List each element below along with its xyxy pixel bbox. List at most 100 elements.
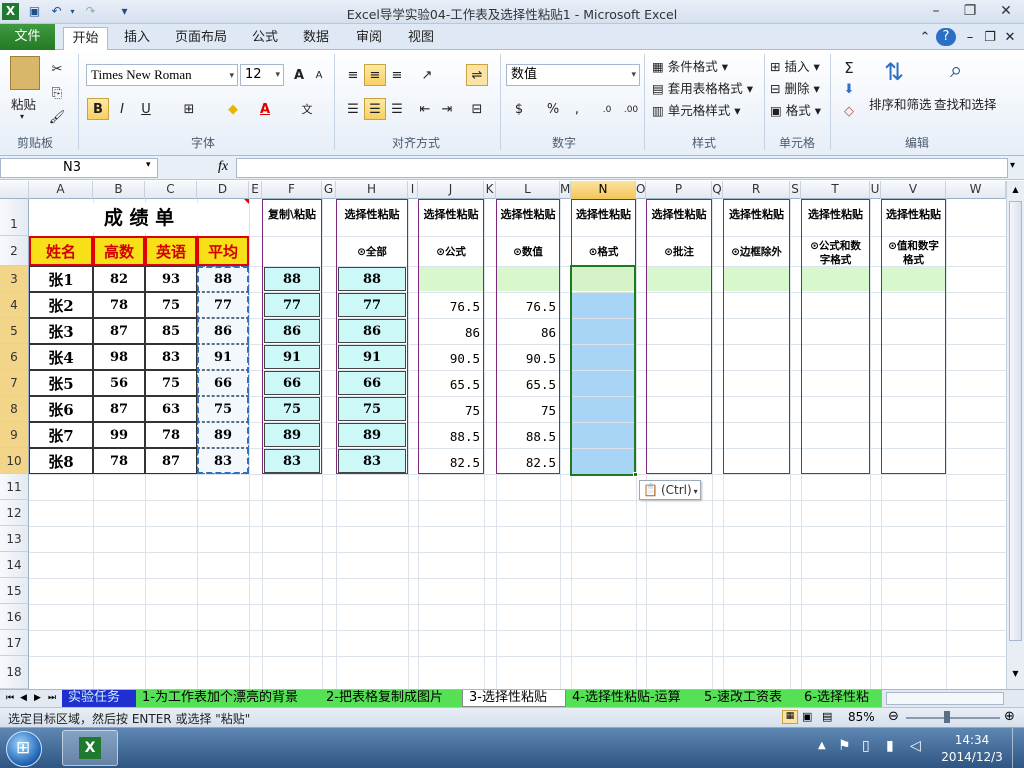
column-header-D[interactable]: D <box>197 181 249 199</box>
sheet-tab-4[interactable]: 4-选择性粘贴-运算 <box>566 690 698 707</box>
cut-icon[interactable]: ✂ <box>46 58 68 80</box>
font-color-icon[interactable]: A <box>254 98 276 120</box>
copy-paste-cell[interactable]: 77 <box>264 293 320 317</box>
gaoshu-cell[interactable]: 87 <box>93 396 145 422</box>
name-cell[interactable]: 张3 <box>29 318 93 344</box>
zoom-slider[interactable] <box>906 717 1000 719</box>
doc-restore-icon[interactable]: ❐ <box>982 27 998 50</box>
sheet-tab-3[interactable]: 3-选择性粘贴 <box>462 690 566 707</box>
autosum-icon[interactable]: Σ <box>838 56 860 78</box>
gaoshu-cell[interactable]: 56 <box>93 370 145 396</box>
format-as-table-button[interactable]: ▤ 套用表格格式 ▾ <box>652 78 753 97</box>
gaoshu-cell[interactable]: 87 <box>93 318 145 344</box>
name-cell[interactable]: 张4 <box>29 344 93 370</box>
scroll-down-icon[interactable]: ▼ <box>1009 669 1022 683</box>
align-top-icon[interactable]: ≡ <box>342 64 364 86</box>
column-header-K[interactable]: K <box>484 181 496 199</box>
yingyu-cell[interactable]: 63 <box>145 396 197 422</box>
border-icon[interactable]: ⊞ <box>178 98 200 120</box>
sheet-tab-1[interactable]: 1-为工作表加个漂亮的背景 <box>136 690 320 707</box>
paste-formula-cell[interactable]: 76.5 <box>418 299 480 314</box>
paste-all-cell[interactable]: 75 <box>338 397 406 421</box>
find-select-icon[interactable]: ⌕ <box>950 58 962 83</box>
orientation-icon[interactable]: ↗ <box>416 64 438 86</box>
yingyu-cell[interactable]: 85 <box>145 318 197 344</box>
fill-icon[interactable]: ⬇ <box>838 78 860 100</box>
tab-file[interactable]: 文件 <box>0 24 55 50</box>
italic-button[interactable]: I <box>111 98 133 120</box>
font-size-combo[interactable]: 12 ▾ <box>240 64 284 86</box>
tab-home[interactable]: 开始 <box>63 27 108 51</box>
paste-all-cell[interactable]: 91 <box>338 345 406 369</box>
row-header-15[interactable]: 15 <box>0 578 28 604</box>
show-desktop-button[interactable] <box>1012 728 1024 768</box>
name-cell[interactable]: 张1 <box>29 266 93 292</box>
copy-paste-cell[interactable]: 66 <box>264 371 320 395</box>
paste-all-cell[interactable]: 88 <box>338 267 406 291</box>
column-header-S[interactable]: S <box>790 181 801 199</box>
action-center-icon[interactable]: ⚑ <box>838 738 851 754</box>
decrease-indent-icon[interactable]: ⇤ <box>414 98 436 120</box>
paste-formula-cell[interactable]: 82.5 <box>418 455 480 470</box>
fill-color-icon[interactable]: ◆ <box>222 98 244 120</box>
clock-date[interactable]: 2014/12/3 <box>936 750 1008 764</box>
volume-icon[interactable]: ◁ <box>910 738 921 754</box>
row-header-12[interactable]: 12 <box>0 500 28 526</box>
row-header-4[interactable]: 4 <box>0 292 28 318</box>
percent-button[interactable]: % <box>542 98 564 120</box>
tab-page-layout[interactable]: 页面布局 <box>168 27 234 50</box>
format-cells-button[interactable]: ▣ 格式 ▾ <box>770 100 821 119</box>
column-header-A[interactable]: A <box>29 181 93 199</box>
sheet-tab-0[interactable]: 实验任务 <box>62 690 136 707</box>
row-header-18[interactable]: 18 <box>0 656 28 689</box>
copy-paste-cell[interactable]: 88 <box>264 267 320 291</box>
row-header-1[interactable]: 1 <box>0 199 28 236</box>
row-header-5[interactable]: 5 <box>0 318 28 344</box>
sheet-tab-6[interactable]: 6-选择性粘 <box>798 690 882 707</box>
select-all-corner[interactable] <box>0 181 29 199</box>
tab-data[interactable]: 数据 <box>295 27 337 50</box>
paste-options-button[interactable]: 📋 (Ctrl) ▾ <box>639 480 701 500</box>
shrink-font-button[interactable]: A <box>308 64 330 86</box>
column-header-Q[interactable]: Q <box>712 181 723 199</box>
column-header-O[interactable]: O <box>636 181 646 199</box>
column-header-I[interactable]: I <box>408 181 418 199</box>
column-header-B[interactable]: B <box>93 181 145 199</box>
row-header-10[interactable]: 10 <box>0 448 28 474</box>
excel-taskbar-button[interactable]: X <box>62 730 118 766</box>
ribbon-collapse-icon[interactable]: ⌃ <box>918 27 932 50</box>
row-header-9[interactable]: 9 <box>0 422 28 448</box>
first-sheet-icon[interactable]: ⏮ <box>4 690 16 707</box>
vertical-scroll-thumb[interactable] <box>1009 201 1022 641</box>
tab-review[interactable]: 审阅 <box>348 27 390 50</box>
zoom-level[interactable]: 85% <box>848 710 875 724</box>
tab-view[interactable]: 视图 <box>400 27 442 50</box>
cell-styles-button[interactable]: ▥ 单元格样式 ▾ <box>652 100 741 119</box>
paste-all-cell[interactable]: 66 <box>338 371 406 395</box>
column-header-M[interactable]: M <box>560 181 571 199</box>
yingyu-cell[interactable]: 87 <box>145 448 197 474</box>
next-sheet-icon[interactable]: ▶ <box>32 690 43 707</box>
paste-formula-cell[interactable]: 65.5 <box>418 377 480 392</box>
increase-indent-icon[interactable]: ⇥ <box>436 98 458 120</box>
number-format-combo[interactable]: 数值 ▾ <box>506 64 640 86</box>
align-left-icon[interactable]: ☰ <box>342 98 364 120</box>
yingyu-cell[interactable]: 93 <box>145 266 197 292</box>
gaoshu-cell[interactable]: 99 <box>93 422 145 448</box>
bold-button[interactable]: B <box>87 98 109 120</box>
decrease-decimal-icon[interactable]: .00 <box>620 98 642 120</box>
gaoshu-cell[interactable]: 78 <box>93 448 145 474</box>
column-header-G[interactable]: G <box>322 181 336 199</box>
gaoshu-cell[interactable]: 78 <box>93 292 145 318</box>
tab-formulas[interactable]: 公式 <box>244 27 286 50</box>
column-header-L[interactable]: L <box>496 181 560 199</box>
paste-formula-cell[interactable]: 90.5 <box>418 351 480 366</box>
normal-view-icon[interactable]: ▦ <box>782 710 798 724</box>
paste-all-cell[interactable]: 86 <box>338 319 406 343</box>
paste-button[interactable]: 粘贴 <box>11 94 36 113</box>
paste-all-cell[interactable]: 83 <box>338 449 406 473</box>
column-header-J[interactable]: J <box>418 181 484 199</box>
paste-value-cell[interactable]: 65.5 <box>496 377 556 392</box>
increase-decimal-icon[interactable]: .0 <box>596 98 618 120</box>
column-header-E[interactable]: E <box>249 181 262 199</box>
